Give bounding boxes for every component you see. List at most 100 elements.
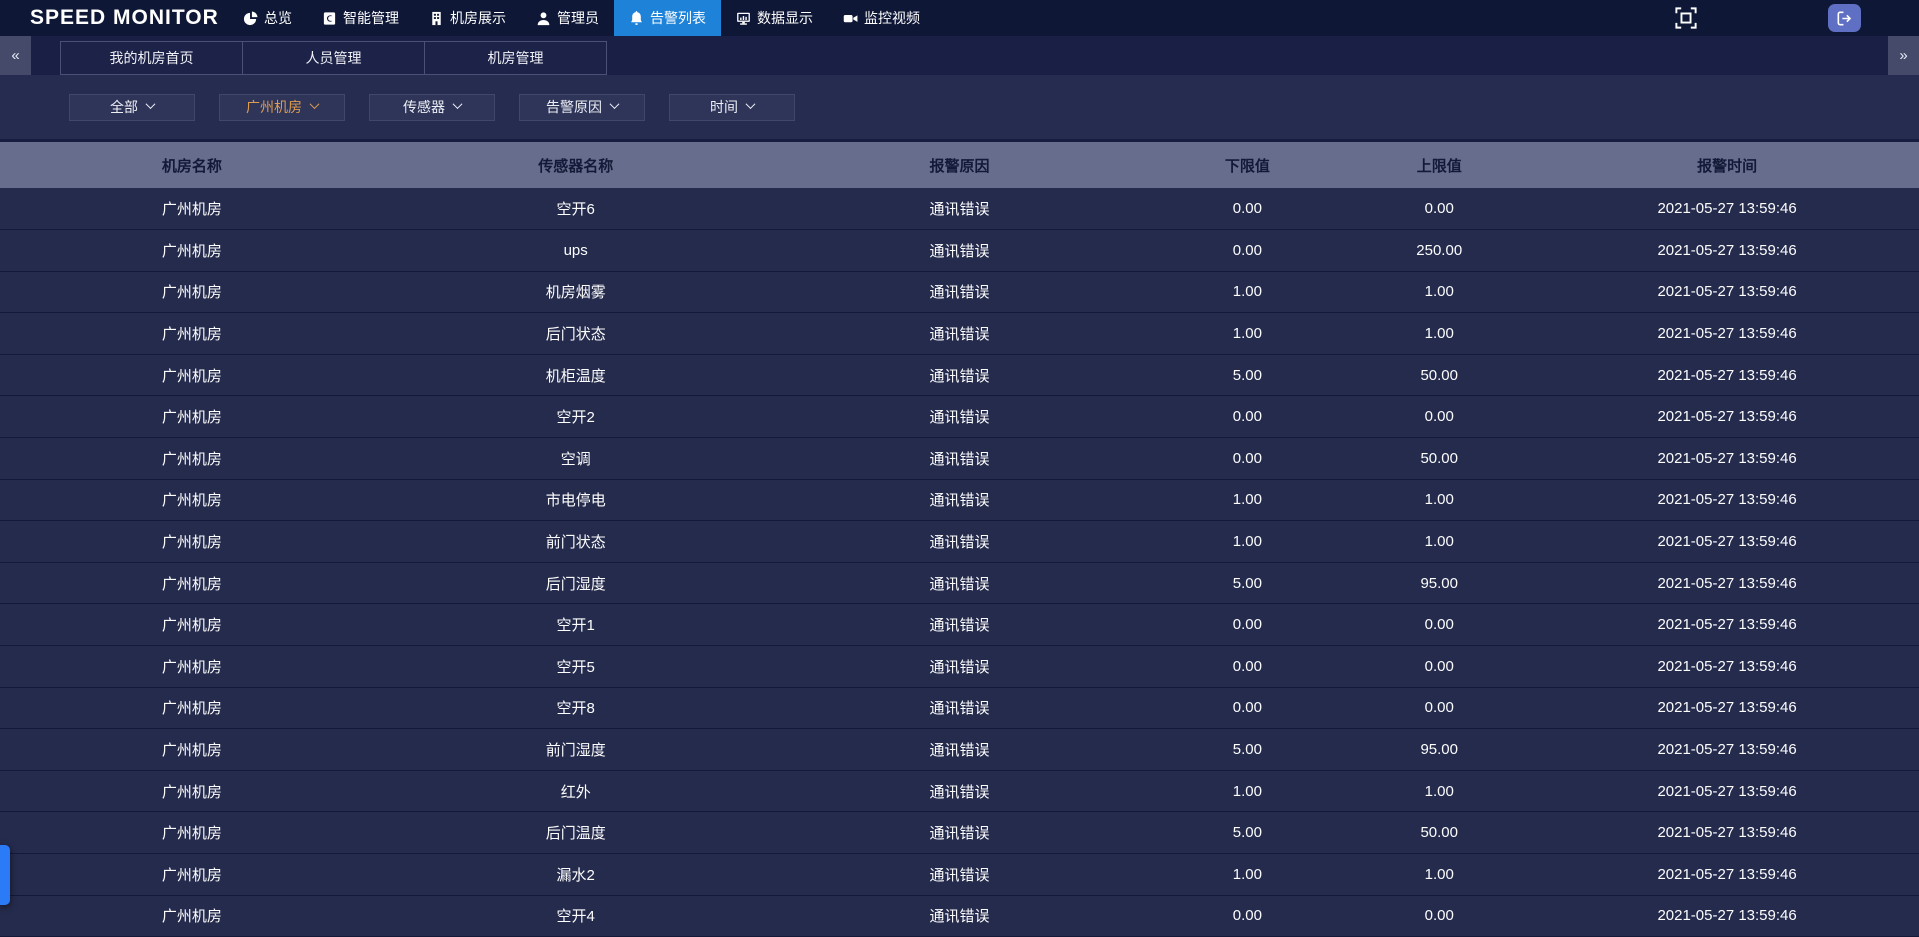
table-row[interactable]: 广州机房 空开2 通讯错误 0.00 0.00 2021-05-27 13:59… xyxy=(0,396,1919,438)
nav-item-administrator[interactable]: 管理员 xyxy=(521,0,614,36)
chevron-down-icon xyxy=(453,99,463,109)
table-row[interactable]: 广州机房 空开1 通讯错误 0.00 0.00 2021-05-27 13:59… xyxy=(0,604,1919,646)
cell-lower-limit: 0.00 xyxy=(1151,687,1343,729)
cell-lower-limit: 5.00 xyxy=(1151,562,1343,604)
logout-icon xyxy=(1836,10,1853,27)
pie-chart-icon xyxy=(243,11,258,26)
cell-lower-limit: 0.00 xyxy=(1151,438,1343,480)
cell-alarm-time: 2021-05-27 13:59:46 xyxy=(1535,188,1919,230)
cell-alarm-time: 2021-05-27 13:59:46 xyxy=(1535,812,1919,854)
cell-alarm-reason: 通讯错误 xyxy=(768,188,1152,230)
table-row[interactable]: 广州机房 后门湿度 通讯错误 5.00 95.00 2021-05-27 13:… xyxy=(0,562,1919,604)
cell-room-name: 广州机房 xyxy=(0,812,384,854)
table-row[interactable]: 广州机房 空开6 通讯错误 0.00 0.00 2021-05-27 13:59… xyxy=(0,188,1919,230)
cell-room-name: 广州机房 xyxy=(0,230,384,272)
table-row[interactable]: 广州机房 前门状态 通讯错误 1.00 1.00 2021-05-27 13:5… xyxy=(0,521,1919,563)
tabs-scroll-left-icon[interactable]: « xyxy=(0,36,31,75)
app-logo: SPEED MONITOR xyxy=(0,0,228,36)
nav-item-smart-management[interactable]: 智能管理 xyxy=(307,0,414,36)
cell-upper-limit: 1.00 xyxy=(1343,854,1535,896)
cell-alarm-time: 2021-05-27 13:59:46 xyxy=(1535,895,1919,937)
cell-upper-limit: 0.00 xyxy=(1343,604,1535,646)
table-row[interactable]: 广州机房 空开8 通讯错误 0.00 0.00 2021-05-27 13:59… xyxy=(0,687,1919,729)
cell-alarm-reason: 通讯错误 xyxy=(768,313,1152,355)
tabs-scroll-right-icon[interactable]: » xyxy=(1888,36,1919,75)
cell-lower-limit: 0.00 xyxy=(1151,604,1343,646)
cell-lower-limit: 0.00 xyxy=(1151,188,1343,230)
cell-alarm-reason: 通讯错误 xyxy=(768,354,1152,396)
column-header-sensor-name: 传感器名称 xyxy=(384,142,768,188)
cell-upper-limit: 95.00 xyxy=(1343,562,1535,604)
book-icon xyxy=(322,11,337,26)
chevron-down-icon xyxy=(746,99,756,109)
cell-sensor-name: 空开1 xyxy=(384,604,768,646)
cell-sensor-name: 漏水2 xyxy=(384,854,768,896)
fullscreen-icon[interactable] xyxy=(1675,7,1697,29)
table-row[interactable]: 广州机房 后门温度 通讯错误 5.00 50.00 2021-05-27 13:… xyxy=(0,812,1919,854)
table-row[interactable]: 广州机房 市电停电 通讯错误 1.00 1.00 2021-05-27 13:5… xyxy=(0,479,1919,521)
cell-alarm-reason: 通讯错误 xyxy=(768,562,1152,604)
cell-lower-limit: 5.00 xyxy=(1151,812,1343,854)
cell-room-name: 广州机房 xyxy=(0,354,384,396)
filter-room-dropdown[interactable]: 广州机房 xyxy=(219,94,345,121)
nav-item-data-display[interactable]: 数据显示 xyxy=(721,0,828,36)
cell-alarm-time: 2021-05-27 13:59:46 xyxy=(1535,230,1919,272)
cell-lower-limit: 0.00 xyxy=(1151,895,1343,937)
cell-room-name: 广州机房 xyxy=(0,854,384,896)
table-row[interactable]: 广州机房 ups 通讯错误 0.00 250.00 2021-05-27 13:… xyxy=(0,230,1919,272)
cell-lower-limit: 5.00 xyxy=(1151,354,1343,396)
filter-sensor-dropdown[interactable]: 传感器 xyxy=(369,94,495,121)
cell-room-name: 广州机房 xyxy=(0,646,384,688)
cell-upper-limit: 1.00 xyxy=(1343,479,1535,521)
nav-item-monitor-video[interactable]: 监控视频 xyxy=(828,0,935,36)
cell-sensor-name: 机柜温度 xyxy=(384,354,768,396)
cell-sensor-name: 前门状态 xyxy=(384,521,768,563)
cell-alarm-reason: 通讯错误 xyxy=(768,895,1152,937)
cell-sensor-name: 红外 xyxy=(384,770,768,812)
table-row[interactable]: 广州机房 前门湿度 通讯错误 5.00 95.00 2021-05-27 13:… xyxy=(0,729,1919,771)
cell-alarm-reason: 通讯错误 xyxy=(768,438,1152,480)
cell-upper-limit: 250.00 xyxy=(1343,230,1535,272)
table-header: 机房名称 传感器名称 报警原因 下限值 上限值 报警时间 xyxy=(0,142,1919,188)
tab-room-management[interactable]: 机房管理 xyxy=(424,41,607,75)
cell-lower-limit: 0.00 xyxy=(1151,230,1343,272)
column-header-alarm-reason: 报警原因 xyxy=(768,142,1152,188)
tab-room-home[interactable]: 我的机房首页 xyxy=(60,41,243,75)
cell-sensor-name: ups xyxy=(384,230,768,272)
cell-alarm-time: 2021-05-27 13:59:46 xyxy=(1535,313,1919,355)
table-row[interactable]: 广州机房 空调 通讯错误 0.00 50.00 2021-05-27 13:59… xyxy=(0,438,1919,480)
cell-room-name: 广州机房 xyxy=(0,604,384,646)
table-row[interactable]: 广州机房 空开4 通讯错误 0.00 0.00 2021-05-27 13:59… xyxy=(0,895,1919,937)
table-row[interactable]: 广州机房 空开5 通讯错误 0.00 0.00 2021-05-27 13:59… xyxy=(0,646,1919,688)
table-row[interactable]: 广州机房 红外 通讯错误 1.00 1.00 2021-05-27 13:59:… xyxy=(0,770,1919,812)
table-row[interactable]: 广州机房 机房烟雾 通讯错误 1.00 1.00 2021-05-27 13:5… xyxy=(0,271,1919,313)
cell-room-name: 广州机房 xyxy=(0,479,384,521)
nav-item-overview[interactable]: 总览 xyxy=(228,0,307,36)
logout-button[interactable] xyxy=(1828,4,1861,32)
camera-icon xyxy=(843,11,858,26)
cell-lower-limit: 1.00 xyxy=(1151,271,1343,313)
cell-sensor-name: 市电停电 xyxy=(384,479,768,521)
building-icon xyxy=(429,11,444,26)
cell-alarm-time: 2021-05-27 13:59:46 xyxy=(1535,562,1919,604)
filter-alarm-reason-dropdown[interactable]: 告警原因 xyxy=(519,94,645,121)
filter-bar: 全部 广州机房 传感器 告警原因 时间 xyxy=(0,75,1919,139)
tab-personnel-management[interactable]: 人员管理 xyxy=(242,41,425,75)
open-page-tabs: 我的机房首页 人员管理 机房管理 xyxy=(60,41,606,75)
cell-room-name: 广州机房 xyxy=(0,396,384,438)
cell-upper-limit: 95.00 xyxy=(1343,729,1535,771)
nav-item-alarm-list[interactable]: 告警列表 xyxy=(614,0,721,36)
table-row[interactable]: 广州机房 漏水2 通讯错误 1.00 1.00 2021-05-27 13:59… xyxy=(0,854,1919,896)
side-panel-handle[interactable] xyxy=(0,845,10,905)
table-row[interactable]: 广州机房 机柜温度 通讯错误 5.00 50.00 2021-05-27 13:… xyxy=(0,354,1919,396)
cell-lower-limit: 1.00 xyxy=(1151,313,1343,355)
filter-time-dropdown[interactable]: 时间 xyxy=(669,94,795,121)
cell-room-name: 广州机房 xyxy=(0,188,384,230)
cell-alarm-time: 2021-05-27 13:59:46 xyxy=(1535,438,1919,480)
filter-all-dropdown[interactable]: 全部 xyxy=(69,94,195,121)
cell-sensor-name: 后门湿度 xyxy=(384,562,768,604)
cell-alarm-time: 2021-05-27 13:59:46 xyxy=(1535,479,1919,521)
cell-alarm-time: 2021-05-27 13:59:46 xyxy=(1535,854,1919,896)
table-row[interactable]: 广州机房 后门状态 通讯错误 1.00 1.00 2021-05-27 13:5… xyxy=(0,313,1919,355)
nav-item-room-display[interactable]: 机房展示 xyxy=(414,0,521,36)
